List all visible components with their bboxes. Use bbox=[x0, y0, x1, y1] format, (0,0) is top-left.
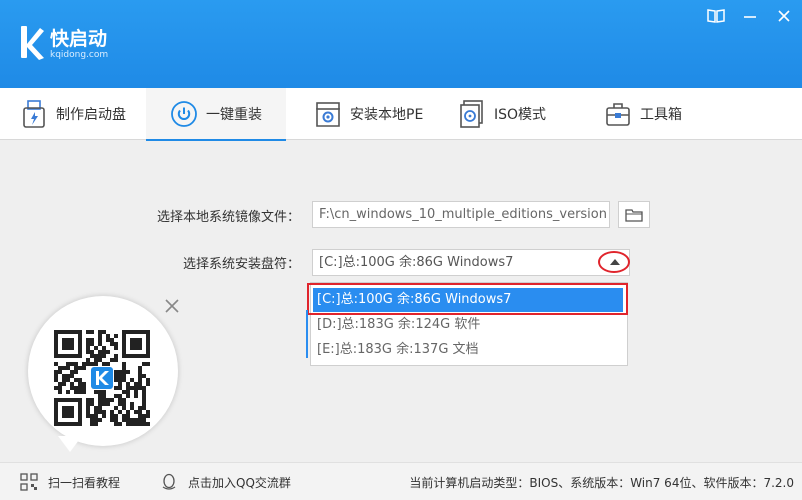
tab-make-boot-disk[interactable]: 制作启动盘 bbox=[20, 88, 138, 140]
install-drive-select[interactable]: [C:]总:100G 余:86G Windows7 bbox=[312, 249, 630, 276]
scan-tutorial-text: 扫一扫看教程 bbox=[48, 475, 121, 490]
app-logo: 快启动 kqidong.com bbox=[18, 22, 108, 62]
tab-iso-mode[interactable]: ISO模式 bbox=[458, 88, 546, 140]
app-name: 快启动 bbox=[50, 28, 108, 50]
usb-drive-icon bbox=[20, 100, 48, 128]
power-icon bbox=[170, 100, 198, 128]
scan-tutorial-link[interactable]: 扫一扫看教程 bbox=[20, 473, 120, 491]
dropdown-option-e[interactable]: [E:]总:183G 余:137G 文档 bbox=[317, 338, 479, 362]
gear-box-icon bbox=[314, 100, 342, 128]
tab-toolbox[interactable]: 工具箱 bbox=[604, 88, 682, 140]
folder-icon bbox=[625, 208, 643, 222]
install-drive-label: 选择系统安装盘符： bbox=[182, 257, 300, 272]
qr-scan-icon bbox=[20, 473, 38, 491]
image-file-label: 选择本地系统镜像文件： bbox=[156, 210, 300, 225]
tab-label: 安装本地PE bbox=[350, 107, 424, 123]
tab-label: ISO模式 bbox=[494, 107, 547, 123]
title-bar: 快启动 kqidong.com bbox=[0, 0, 802, 88]
browse-folder-button[interactable] bbox=[618, 201, 650, 228]
minimize-icon[interactable] bbox=[740, 6, 760, 26]
main-tabs: 制作启动盘 一键重装 安装本地PE ISO模式 工具箱 bbox=[0, 88, 802, 141]
disc-file-icon bbox=[458, 100, 486, 128]
tab-one-key-reinstall[interactable]: 一键重装 bbox=[146, 88, 286, 141]
tab-install-local-pe[interactable]: 安装本地PE bbox=[314, 88, 423, 140]
qr-close-icon[interactable] bbox=[163, 297, 181, 315]
tab-label: 工具箱 bbox=[640, 107, 682, 123]
footer-bar: 扫一扫看教程 点击加入QQ交流群 当前计算机启动类型：BIOS、系统版本：Win… bbox=[0, 462, 802, 500]
focus-line bbox=[306, 310, 308, 358]
toolbox-icon bbox=[604, 100, 632, 128]
k-logo-icon bbox=[18, 22, 44, 62]
dropdown-option-d[interactable]: [D:]总:183G 余:124G 软件 bbox=[317, 313, 480, 337]
app-site: kqidong.com bbox=[50, 50, 109, 60]
help-book-icon[interactable] bbox=[706, 6, 726, 26]
highlight-ellipse bbox=[598, 251, 630, 273]
join-qq-text: 点击加入QQ交流群 bbox=[188, 475, 291, 490]
highlight-box bbox=[307, 283, 628, 315]
system-status-text: 当前计算机启动类型：BIOS、系统版本：Win7 64位、软件版本：7.2.0 bbox=[409, 476, 794, 490]
qr-popup-tail bbox=[58, 436, 82, 452]
qq-penguin-icon bbox=[160, 473, 178, 491]
join-qq-link[interactable]: 点击加入QQ交流群 bbox=[160, 473, 291, 491]
qr-code-icon bbox=[54, 330, 150, 426]
tab-label: 制作启动盘 bbox=[56, 107, 126, 123]
close-icon[interactable] bbox=[774, 6, 794, 26]
image-path-input[interactable]: F:\cn_windows_10_multiple_editions_versi… bbox=[312, 201, 610, 228]
tab-label: 一键重装 bbox=[206, 107, 262, 123]
